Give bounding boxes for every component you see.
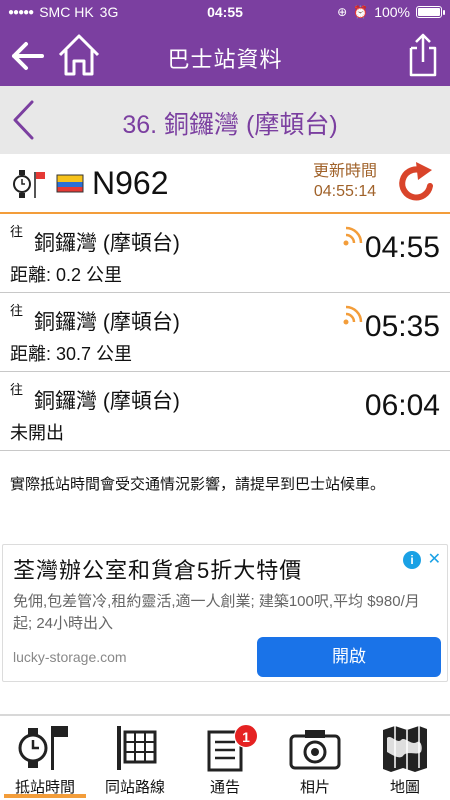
departure-status: 未開出	[10, 423, 64, 443]
eta-row[interactable]: 往 銅鑼灣 (摩頓台) 距離: 30.7 公里 05:35	[0, 294, 450, 372]
ad-title[interactable]: 荃灣辦公室和貨倉5折大特價	[13, 553, 302, 585]
direction-label: 往	[10, 303, 24, 318]
eta-row[interactable]: 往 銅鑼灣 (摩頓台) 距離: 0.2 公里 04:55	[0, 215, 450, 293]
tab-routes-at-stop[interactable]: 同站路線	[90, 716, 180, 800]
refresh-icon[interactable]	[394, 160, 440, 206]
realtime-signal-icon	[343, 226, 363, 246]
eta-row[interactable]: 往 銅鑼灣 (摩頓台) 未開出 06:04	[0, 373, 450, 451]
timetable-icon	[117, 726, 157, 770]
alarm-icon: ⏰	[353, 5, 369, 19]
tab-bar: 抵站時間 同站路線 1 通告 相片 地圖	[0, 714, 450, 800]
destination: 銅鑼灣 (摩頓台)	[34, 390, 180, 413]
stop-header: 36. 銅鑼灣 (摩頓台)	[0, 86, 450, 154]
tab-label: 地圖	[389, 779, 420, 796]
orientation-lock-icon: ⊕	[337, 5, 348, 19]
map-icon	[383, 726, 427, 772]
screen: ●●●●● SMC HK 3G 04:55 ⊕ ⏰ 100% 巴士站資料 36.…	[0, 0, 450, 800]
status-bar: ●●●●● SMC HK 3G 04:55 ⊕ ⏰ 100%	[0, 0, 450, 24]
tab-notices[interactable]: 1 通告	[180, 716, 270, 800]
realtime-signal-icon	[343, 305, 363, 325]
battery-percent: 100%	[374, 4, 410, 20]
battery-icon	[416, 6, 445, 18]
tab-label: 同站路線	[104, 779, 165, 796]
ad-open-button[interactable]: 開啟	[257, 637, 441, 677]
camera-icon	[289, 730, 341, 770]
direction-label: 往	[10, 224, 24, 239]
update-time-value: 04:55:14	[313, 183, 377, 200]
tab-label: 通告	[209, 779, 240, 796]
ad-info-icon[interactable]: i	[403, 551, 421, 569]
ad-description: 免佣,包差管冷,租約靈活,適一人創業; 建築100呎,平均 $980/月起; 2…	[13, 593, 420, 632]
close-icon[interactable]: ✕	[428, 549, 441, 569]
destination: 銅鑼灣 (摩頓台)	[34, 232, 180, 255]
update-time-label: 更新時間	[312, 163, 377, 180]
ad-banner[interactable]: 荃灣辦公室和貨倉5折大特價 i ✕ 免佣,包差管冷,租約靈活,適一人創業; 建築…	[2, 544, 448, 682]
update-time-block: 更新時間 04:55:14	[300, 162, 390, 202]
tab-arrival-time[interactable]: 抵站時間	[0, 716, 90, 800]
route-header: N962 更新時間 04:55:14	[0, 154, 450, 214]
watch-flag-icon	[13, 170, 45, 198]
tab-map[interactable]: 地圖	[360, 716, 450, 800]
tab-photos[interactable]: 相片	[270, 716, 360, 800]
distance: 距離: 0.2 公里	[10, 265, 123, 285]
destination: 銅鑼灣 (摩頓台)	[34, 311, 180, 334]
status-right: ⊕ ⏰ 100%	[337, 4, 445, 20]
watch-flag-icon	[18, 726, 68, 770]
direction-label: 往	[10, 382, 24, 397]
notification-badge: 1	[234, 724, 258, 748]
ad-url: lucky-storage.com	[13, 649, 127, 665]
eta-time: 04:55	[364, 231, 440, 264]
eta-time: 06:04	[364, 389, 440, 422]
page-title: 巴士站資料	[167, 47, 283, 72]
active-tab-indicator	[4, 794, 86, 798]
traffic-notice: 實際抵站時間會受交通情況影響，請提早到巴士站候車。	[10, 476, 386, 493]
share-icon[interactable]	[408, 32, 438, 78]
distance: 距離: 30.7 公里	[10, 344, 133, 364]
eta-time: 05:35	[364, 310, 440, 343]
stop-name: 36. 銅鑼灣 (摩頓台)	[122, 111, 338, 139]
route-icons	[12, 168, 84, 200]
route-number: N962	[92, 165, 169, 201]
tab-label: 相片	[299, 779, 330, 796]
bus-icon	[56, 174, 84, 193]
nav-bar: 巴士站資料	[0, 24, 450, 86]
